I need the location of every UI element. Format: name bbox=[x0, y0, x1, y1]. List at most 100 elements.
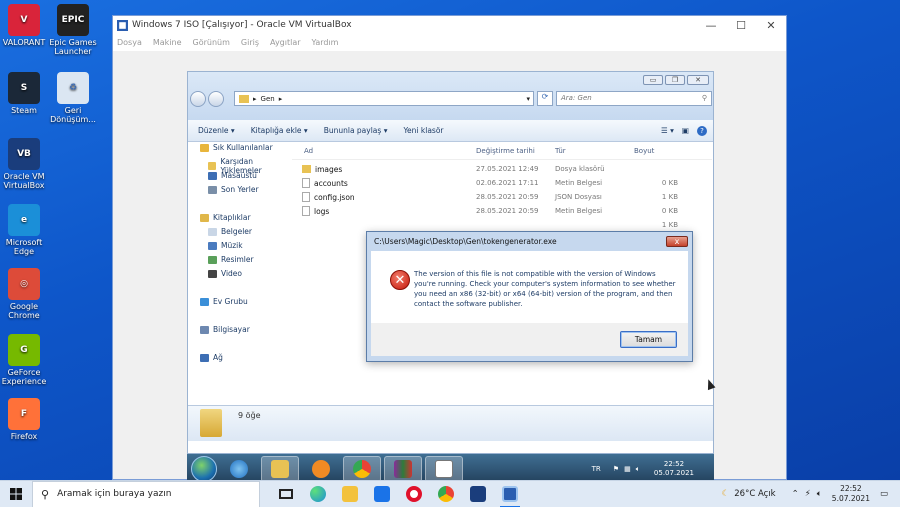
win7-time: 22:52 bbox=[663, 460, 685, 468]
nav-item[interactable]: Ağ bbox=[200, 353, 223, 362]
weather-icon[interactable]: ☾ bbox=[722, 489, 730, 499]
menu-aygitlar[interactable]: Aygıtlar bbox=[270, 38, 301, 47]
desktop-icon[interactable]: VB Oracle VM VirtualBox bbox=[0, 138, 48, 190]
explorer-minimize-icon[interactable]: ▭ bbox=[643, 75, 663, 85]
taskbar-opera[interactable] bbox=[398, 481, 430, 507]
menu-dosya[interactable]: Dosya bbox=[117, 38, 142, 47]
taskbar-chrome[interactable] bbox=[343, 456, 381, 480]
start-orb-icon[interactable] bbox=[191, 456, 217, 480]
menu-yardim[interactable]: Yardım bbox=[312, 38, 339, 47]
language-indicator[interactable]: TR bbox=[592, 465, 601, 473]
desktop-icon[interactable]: V VALORANT bbox=[0, 4, 48, 47]
desktop-icon[interactable]: ◎ Google Chrome bbox=[0, 268, 48, 320]
nav-item[interactable]: Ev Grubu bbox=[200, 297, 248, 306]
menu-giris[interactable]: Giriş bbox=[241, 38, 259, 47]
help-icon[interactable]: ? bbox=[697, 125, 707, 136]
address-bar[interactable]: ▸ Gen ▸ ▾ bbox=[234, 91, 534, 106]
taskbar-vm-window[interactable] bbox=[494, 481, 526, 507]
preview-pane-icon[interactable]: ▣ bbox=[682, 126, 689, 135]
taskbar-file-explorer[interactable] bbox=[334, 481, 366, 507]
desktop-icon[interactable]: S Steam bbox=[0, 72, 48, 115]
forward-button[interactable] bbox=[208, 91, 224, 107]
dialog-close-button[interactable]: x bbox=[666, 236, 688, 247]
nav-item[interactable]: Bilgisayar bbox=[200, 325, 250, 334]
taskbar-chrome[interactable] bbox=[430, 481, 462, 507]
close-icon[interactable]: ✕ bbox=[756, 19, 786, 32]
row-date: 28.05.2021 20:59 bbox=[476, 207, 539, 215]
menu-gorunum[interactable]: Görünüm bbox=[193, 38, 230, 47]
notifications-icon[interactable]: ▭ bbox=[880, 489, 888, 499]
table-row[interactable]: 1 KB bbox=[292, 218, 712, 232]
taskbar-time: 22:52 bbox=[840, 484, 862, 493]
taskbar-media-player[interactable] bbox=[302, 456, 340, 480]
desktop-icon[interactable]: e Microsoft Edge bbox=[0, 204, 48, 256]
chevron-down-icon[interactable]: ▾ bbox=[526, 95, 530, 103]
explorer-window[interactable]: ▭ ❐ ✕ ▸ Gen ▸ ▾ ⟳ Ara: Gen ⚲ Düzenle ▾ K… bbox=[187, 71, 714, 454]
desktop-icon[interactable]: EPIC Epic Games Launcher bbox=[49, 4, 97, 56]
taskbar-search-input[interactable]: ⚲ Aramak için buraya yazın bbox=[32, 480, 260, 507]
search-input[interactable]: Ara: Gen ⚲ bbox=[556, 91, 712, 106]
desktop-icon[interactable]: F Firefox bbox=[0, 398, 48, 441]
flag-icon[interactable]: ⚑ bbox=[613, 465, 619, 473]
vm-screen[interactable]: ▭ ❐ ✕ ▸ Gen ▸ ▾ ⟳ Ara: Gen ⚲ Düzenle ▾ K… bbox=[113, 51, 786, 480]
network-icon[interactable]: ▦ bbox=[624, 465, 631, 473]
search-icon: ⚲ bbox=[41, 487, 50, 501]
virtualbox-icon: VB bbox=[8, 138, 40, 170]
new-folder-button[interactable]: Yeni klasör bbox=[403, 126, 443, 135]
nav-item[interactable]: Belgeler bbox=[208, 227, 252, 236]
ok-button[interactable]: Tamam bbox=[620, 331, 677, 348]
share-with-button[interactable]: Bununla paylaş ▾ bbox=[324, 126, 388, 135]
table-row[interactable]: images 27.05.2021 12:49 Dosya klasörü bbox=[292, 162, 712, 176]
nav-item[interactable]: Kitaplıklar bbox=[200, 213, 251, 222]
taskbar-explorer[interactable] bbox=[261, 456, 299, 480]
taskbar-clock[interactable]: 22:52 5.07.2021 bbox=[832, 484, 870, 504]
nav-item[interactable]: Son Yerler bbox=[208, 185, 259, 194]
view-options-icon[interactable]: ☰ ▾ bbox=[661, 126, 674, 135]
desktop-icon-label: Geri Dönüşüm... bbox=[50, 106, 96, 124]
nav-item[interactable]: Müzik bbox=[208, 241, 243, 250]
network-icon[interactable]: ⚡︎ bbox=[805, 489, 811, 499]
minimize-icon[interactable]: — bbox=[696, 19, 726, 32]
chevron-up-icon[interactable]: ⌃ bbox=[792, 489, 799, 499]
column-type[interactable]: Tür bbox=[555, 147, 566, 155]
desktop-icon[interactable]: G GeForce Experience bbox=[0, 334, 48, 386]
taskbar-app[interactable] bbox=[425, 456, 463, 480]
column-date[interactable]: Değiştirme tarihi bbox=[476, 147, 535, 155]
column-size[interactable]: Boyut bbox=[634, 147, 654, 155]
organize-button[interactable]: Düzenle ▾ bbox=[198, 126, 235, 135]
desktop-icon[interactable]: ♻ Geri Dönüşüm... bbox=[49, 72, 97, 124]
virtualbox-window[interactable]: Windows 7 ISO [Çalışıyor] - Oracle VM Vi… bbox=[112, 15, 787, 480]
weather-text[interactable]: 26°C Açık bbox=[734, 489, 775, 499]
maximize-icon[interactable]: ☐ bbox=[726, 19, 756, 32]
table-row[interactable]: accounts 02.06.2021 17:11 Metin Belgesi 0 K… bbox=[292, 176, 712, 190]
nav-item[interactable]: Sık Kullanılanlar bbox=[200, 143, 273, 152]
taskbar-virtualbox[interactable] bbox=[462, 481, 494, 507]
table-row[interactable]: logs 28.05.2021 20:59 Metin Belgesi 0 KB bbox=[292, 204, 712, 218]
explorer-close-icon[interactable]: ✕ bbox=[687, 75, 709, 85]
menu-makine[interactable]: Makine bbox=[153, 38, 182, 47]
explorer-maximize-icon[interactable]: ❐ bbox=[665, 75, 685, 85]
nav-item[interactable]: Resimler bbox=[208, 255, 254, 264]
refresh-button[interactable]: ⟳ bbox=[537, 91, 553, 106]
add-to-library-button[interactable]: Kitaplığa ekle ▾ bbox=[251, 126, 308, 135]
taskbar-winrar[interactable] bbox=[384, 456, 422, 480]
taskbar-ie[interactable] bbox=[220, 456, 258, 480]
error-dialog[interactable]: C:\Users\Magic\Desktop\Gen\tokengenerato… bbox=[366, 231, 693, 362]
taskbar-edge[interactable] bbox=[302, 481, 334, 507]
nav-item[interactable]: Video bbox=[208, 269, 242, 278]
downloads-icon bbox=[208, 162, 217, 170]
virtualbox-titlebar[interactable]: Windows 7 ISO [Çalışıyor] - Oracle VM Vi… bbox=[113, 16, 786, 34]
column-name[interactable]: Ad bbox=[304, 147, 313, 155]
table-row[interactable]: config.json 28.05.2021 20:59 JSON Dosyası 1… bbox=[292, 190, 712, 204]
nav-item[interactable]: Masaüstü bbox=[208, 171, 257, 180]
row-type: Metin Belgesi bbox=[555, 207, 603, 215]
taskbar-mail[interactable] bbox=[366, 481, 398, 507]
start-button[interactable] bbox=[0, 481, 32, 507]
back-button[interactable] bbox=[190, 91, 206, 107]
row-name-cell: config.json bbox=[302, 192, 355, 202]
volume-icon[interactable]: 🔈︎ bbox=[817, 489, 822, 499]
task-view-button[interactable] bbox=[270, 481, 302, 507]
win7-clock[interactable]: 22:52 05.07.2021 bbox=[654, 460, 694, 478]
vbox-menubar: Dosya Makine Görünüm Giriş Aygıtlar Yard… bbox=[113, 34, 786, 51]
volume-icon[interactable]: 🔈︎ bbox=[636, 465, 640, 474]
